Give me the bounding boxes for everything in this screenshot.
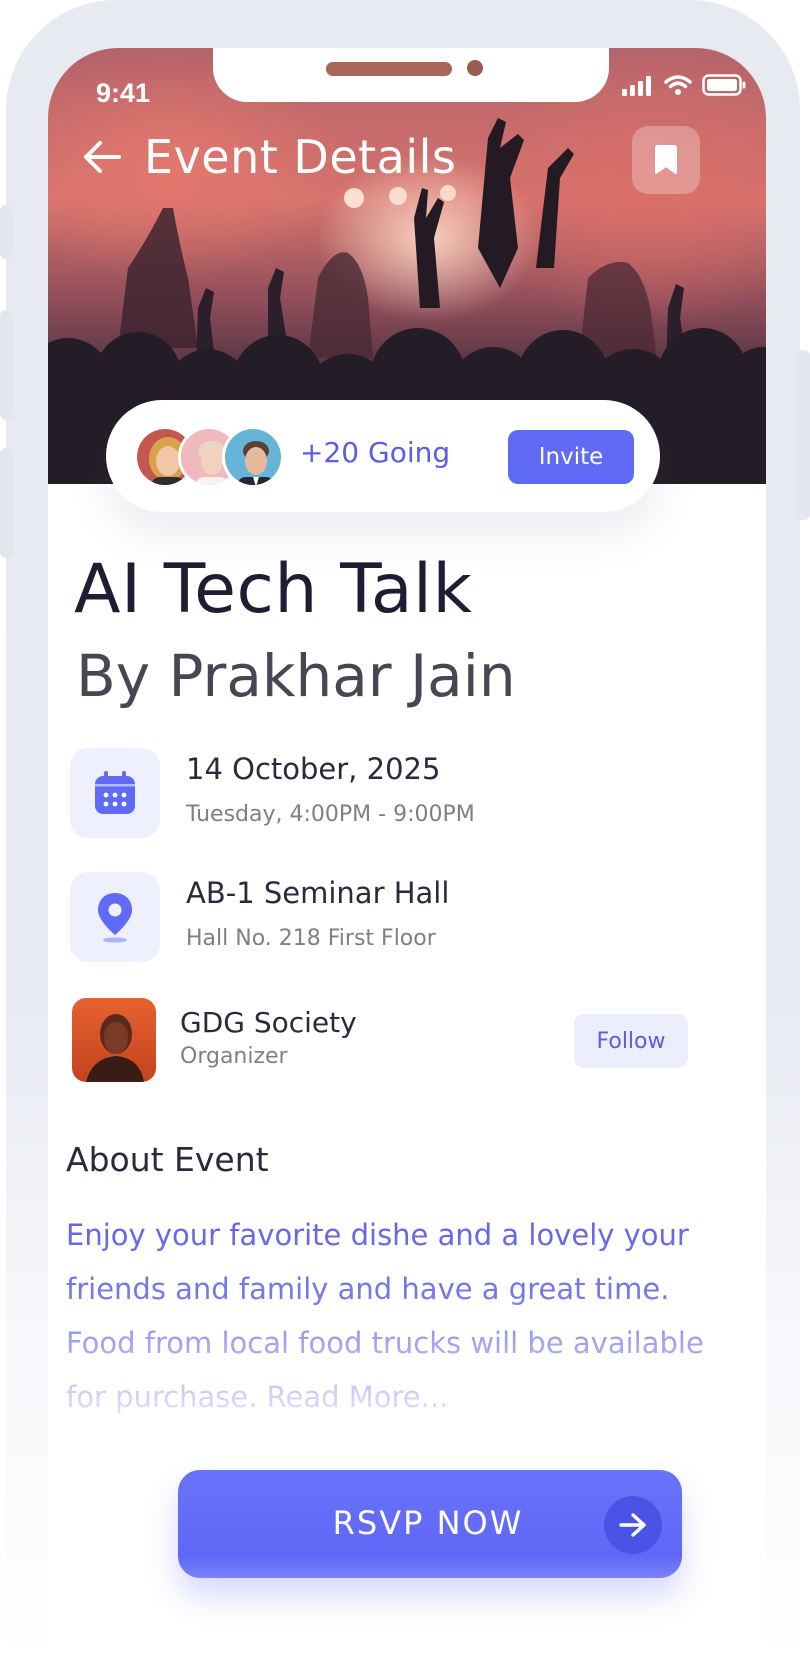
bookmark-button[interactable] xyxy=(632,126,700,194)
phone-screen: 9:41 Event Details +20 Going Invite AI T… xyxy=(48,48,766,1668)
event-host: By Prakhar Jain xyxy=(76,642,516,710)
read-more-link[interactable]: Read More... xyxy=(267,1380,449,1414)
volume-up-button xyxy=(0,310,14,420)
rsvp-arrow-badge xyxy=(604,1496,662,1554)
rsvp-button[interactable]: RSVP NOW xyxy=(178,1470,682,1578)
attendee-avatars xyxy=(134,426,284,488)
power-button xyxy=(796,350,810,520)
signal-icon xyxy=(622,76,651,96)
date-icon-tile xyxy=(70,748,160,838)
organizer-avatar xyxy=(72,998,156,1082)
back-arrow-icon xyxy=(84,141,121,173)
battery-icon xyxy=(702,74,746,96)
volume-down-button xyxy=(0,448,14,558)
venue-name: AB-1 Seminar Hall xyxy=(186,876,450,910)
speaker-grille xyxy=(326,62,452,76)
venue-row: AB-1 Seminar Hall Hall No. 218 First Flo… xyxy=(70,872,730,964)
venue-icon-tile xyxy=(70,872,160,962)
calendar-icon xyxy=(95,771,135,814)
event-time: Tuesday, 4:00PM - 9:00PM xyxy=(186,802,475,827)
event-title: AI Tech Talk xyxy=(74,550,473,629)
arrow-right-icon xyxy=(619,1513,646,1537)
venue-detail: Hall No. 218 First Floor xyxy=(186,926,436,951)
wifi-icon xyxy=(664,75,692,95)
organizer-role: Organizer xyxy=(180,1044,288,1069)
status-time: 9:41 xyxy=(96,78,151,108)
follow-button[interactable]: Follow xyxy=(574,1014,688,1068)
page-title: Event Details xyxy=(144,130,457,184)
mute-switch xyxy=(0,205,14,259)
status-icons xyxy=(622,74,746,96)
attendee-avatar xyxy=(222,426,284,488)
location-pin-icon xyxy=(98,893,132,943)
organizer-name: GDG Society xyxy=(180,1006,357,1039)
about-heading: About Event xyxy=(66,1140,269,1179)
back-button[interactable] xyxy=(80,135,124,179)
organizer-row: GDG Society Organizer Follow xyxy=(72,998,712,1084)
about-description: Enjoy your favorite dishe and a lovely y… xyxy=(66,1208,706,1424)
date-row: 14 October, 2025 Tuesday, 4:00PM - 9:00P… xyxy=(70,748,730,840)
bookmark-icon xyxy=(655,145,677,174)
going-count: +20 Going xyxy=(300,436,451,469)
invite-button[interactable]: Invite xyxy=(508,430,634,484)
attendees-card: +20 Going Invite xyxy=(106,400,660,512)
phone-notch xyxy=(213,48,609,102)
top-bar: Event Details xyxy=(80,130,456,184)
event-date: 14 October, 2025 xyxy=(186,752,441,786)
rsvp-label: RSVP NOW xyxy=(332,1504,524,1542)
front-camera xyxy=(467,60,483,76)
